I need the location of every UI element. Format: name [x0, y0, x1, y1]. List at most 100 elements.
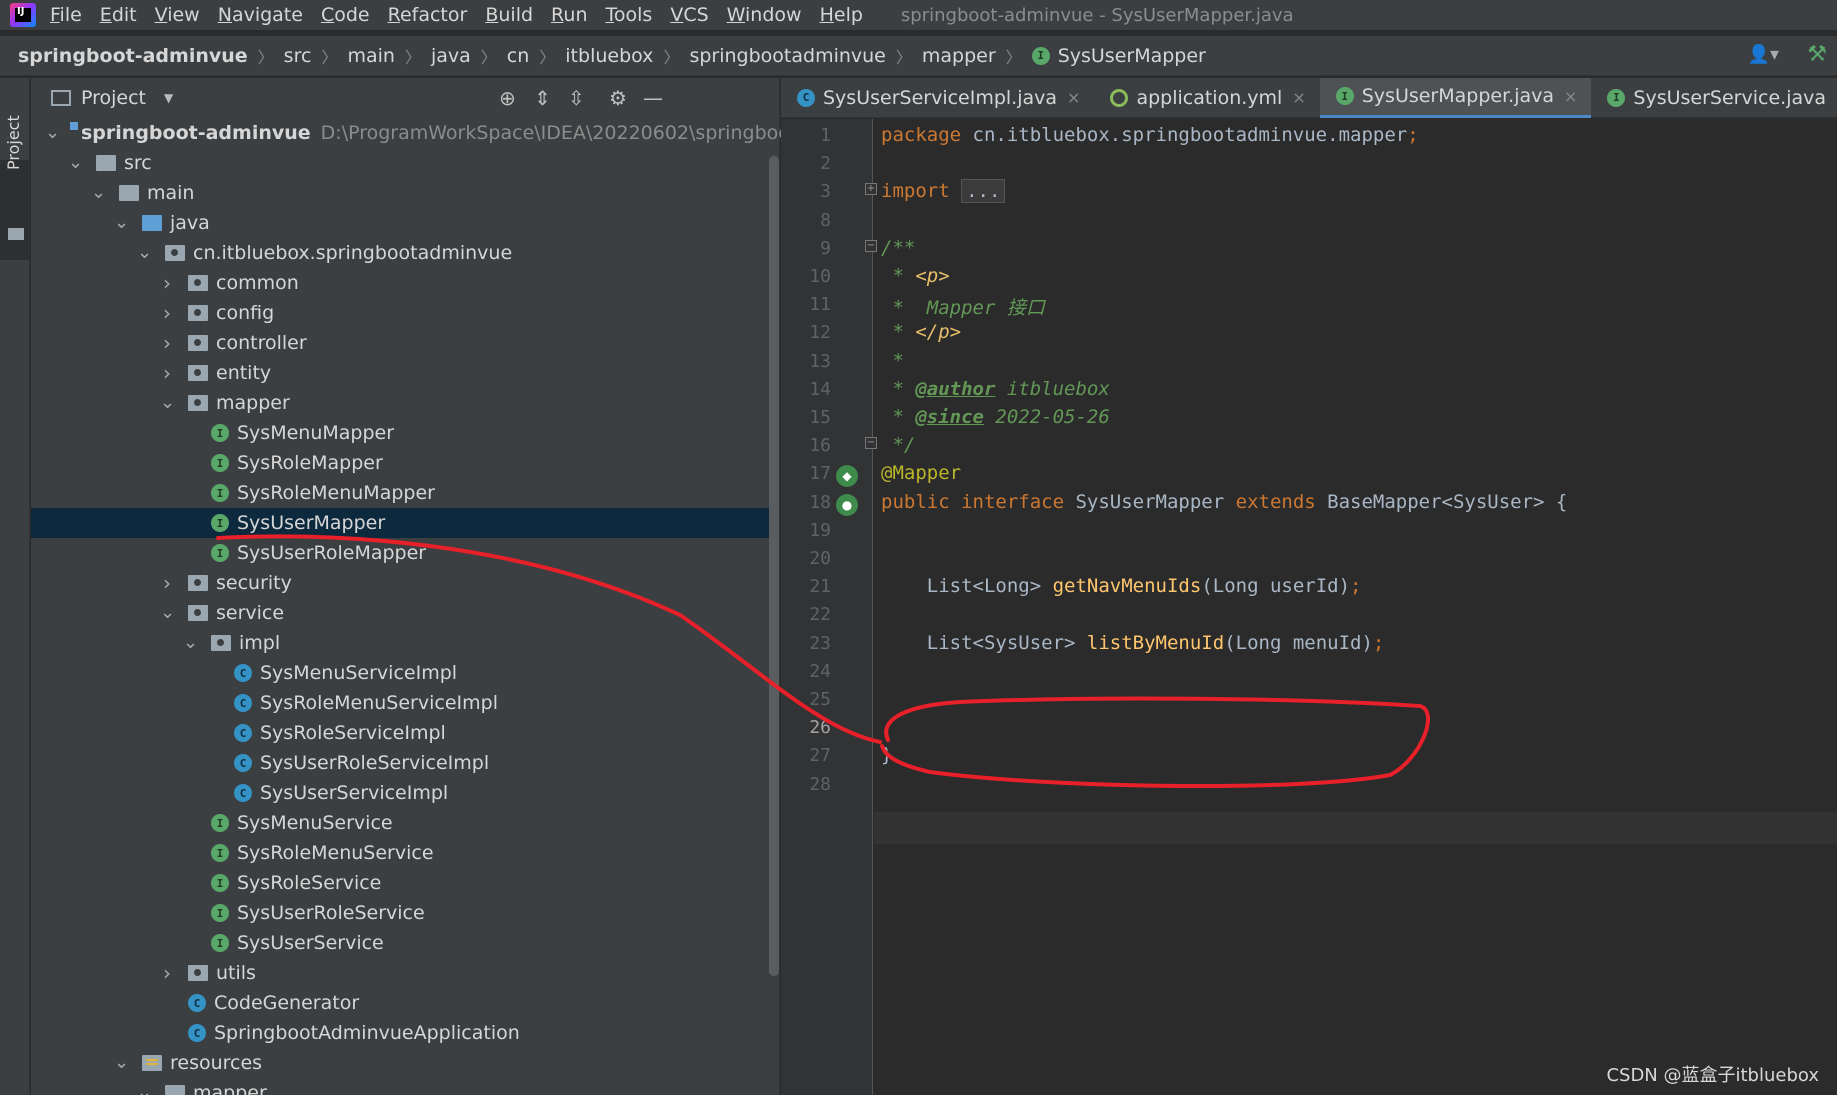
- breadcrumb-item[interactable]: springboot-adminvue: [18, 45, 248, 67]
- tree-item[interactable]: C SysUserServiceImpl: [31, 778, 771, 808]
- tree-item[interactable]: I SysUserMapper: [31, 508, 771, 538]
- breadcrumb-item[interactable]: main: [347, 45, 394, 67]
- tree-item[interactable]: I SysRoleMenuMapper: [31, 478, 771, 508]
- tree-item[interactable]: ⌄ springboot-adminvue D:\ProgramWorkSpace\…: [31, 118, 846, 148]
- chevron-down-icon[interactable]: ⌄: [45, 124, 60, 142]
- close-icon[interactable]: ×: [1067, 88, 1080, 107]
- menu-item-vcs[interactable]: VCS: [670, 4, 708, 26]
- tree-item[interactable]: ⌄ java: [31, 208, 771, 238]
- tab-sysuserserviceimpl-java[interactable]: C SysUserServiceImpl.java ×: [781, 78, 1094, 118]
- code-line[interactable]: @Mapper: [881, 462, 961, 484]
- tab-sysuserservice-java[interactable]: ISysUserService.java×: [1591, 78, 1837, 118]
- code-line[interactable]: package cn.itbluebox.springbootadminvue.…: [881, 124, 1419, 146]
- chevron-right-icon[interactable]: ›: [160, 961, 174, 985]
- tree-scrollbar[interactable]: [769, 156, 779, 976]
- tree-item[interactable]: ⌄ mapper: [31, 1078, 771, 1095]
- tree-item[interactable]: ⌄ main: [31, 178, 771, 208]
- tree-item[interactable]: C SysRoleServiceImpl: [31, 718, 771, 748]
- tree-item[interactable]: ⌄ service: [31, 598, 771, 628]
- tab-application-yml[interactable]: application.yml ×: [1094, 78, 1319, 118]
- menu-item-view[interactable]: View: [155, 4, 200, 26]
- dropdown-arrow-icon[interactable]: ▼: [164, 91, 173, 105]
- spring-bean-icon[interactable]: ◆: [836, 465, 858, 488]
- code-line[interactable]: List<SysUser> listByMenuId(Long menuId);: [881, 632, 1385, 654]
- tree-item[interactable]: ⌄ impl: [31, 628, 771, 658]
- tree-item[interactable]: I SysUserRoleService: [31, 898, 771, 928]
- menu-item-help[interactable]: Help: [820, 4, 863, 26]
- fold-collapse-icon[interactable]: −: [865, 437, 877, 450]
- breadcrumb-item[interactable]: src: [284, 45, 312, 67]
- user-icon[interactable]: 👤▾: [1748, 44, 1779, 65]
- tree-item[interactable]: I SysRoleMapper: [31, 448, 771, 478]
- collapse-all-icon[interactable]: ⇳: [568, 86, 585, 110]
- menu-item-edit[interactable]: Edit: [100, 4, 137, 26]
- code-line[interactable]: *: [881, 350, 903, 372]
- code-line[interactable]: /**: [881, 237, 915, 259]
- chevron-down-icon[interactable]: ⌄: [114, 214, 129, 232]
- locate-target-icon[interactable]: ⊕: [499, 86, 516, 110]
- tree-item[interactable]: › utils: [31, 958, 771, 988]
- menu-item-refactor[interactable]: Refactor: [388, 4, 468, 26]
- code-editor[interactable]: 1 2 3 8 9 10 11 12 13 14 15 16 17 18 19 20 21 22 23 24 25 26 2…: [781, 119, 1837, 1095]
- menu-item-tools[interactable]: Tools: [606, 4, 653, 26]
- close-icon[interactable]: ×: [1564, 87, 1577, 106]
- code-line[interactable]: }: [881, 744, 892, 766]
- tree-item[interactable]: › entity: [31, 358, 771, 388]
- tree-item[interactable]: I SysMenuMapper: [31, 418, 771, 448]
- menu-item-navigate[interactable]: Navigate: [218, 4, 303, 26]
- tree-item[interactable]: C CodeGenerator: [31, 988, 771, 1018]
- chevron-down-icon[interactable]: ⌄: [160, 394, 175, 412]
- chevron-down-icon[interactable]: ⌄: [137, 244, 152, 262]
- chevron-right-icon[interactable]: ›: [160, 331, 174, 355]
- breadcrumb-item[interactable]: itbluebox: [565, 45, 653, 67]
- tree-item[interactable]: I SysMenuService: [31, 808, 771, 838]
- tree-item[interactable]: C SysMenuServiceImpl: [31, 658, 771, 688]
- chevron-right-icon[interactable]: ›: [160, 271, 174, 295]
- tree-item[interactable]: I SysRoleMenuService: [31, 838, 771, 868]
- menu-item-code[interactable]: Code: [321, 4, 370, 26]
- tree-item[interactable]: › common: [31, 268, 771, 298]
- chevron-down-icon[interactable]: ⌄: [114, 1054, 129, 1072]
- fold-expand-icon[interactable]: +: [865, 183, 877, 196]
- chevron-down-icon[interactable]: ⌄: [160, 604, 175, 622]
- tree-item[interactable]: I SysUserRoleMapper: [31, 538, 771, 568]
- project-tool-button[interactable]: [0, 160, 30, 260]
- chevron-down-icon[interactable]: ⌄: [137, 1084, 152, 1095]
- tree-item[interactable]: ⌄ mapper: [31, 388, 771, 418]
- tree-item[interactable]: ⌄ src: [31, 148, 771, 178]
- breadcrumb-item[interactable]: mapper: [922, 45, 996, 67]
- tab-sysusermapper-java[interactable]: I SysUserMapper.java ×: [1319, 77, 1592, 118]
- code-line[interactable]: import ...: [881, 179, 1006, 204]
- tree-item[interactable]: I SysRoleService: [31, 868, 771, 898]
- code-line[interactable]: * <p>: [881, 265, 949, 287]
- code-line[interactable]: * @author itbluebox: [881, 378, 1109, 400]
- close-icon[interactable]: ×: [1292, 88, 1305, 107]
- gear-icon[interactable]: ⚙: [609, 86, 627, 110]
- code-line[interactable]: */: [881, 434, 915, 456]
- menu-item-run[interactable]: Run: [551, 4, 587, 26]
- code-line[interactable]: * </p>: [881, 321, 961, 343]
- hide-panel-icon[interactable]: —: [643, 86, 663, 110]
- chevron-right-icon[interactable]: ›: [160, 301, 174, 325]
- menu-item-window[interactable]: Window: [727, 4, 802, 26]
- chevron-down-icon[interactable]: ⌄: [68, 154, 83, 172]
- breadcrumb-item[interactable]: springbootadminvue: [689, 45, 885, 67]
- tree-item[interactable]: C SpringbootAdminvueApplication: [31, 1018, 771, 1048]
- breadcrumb-item[interactable]: I SysUserMapper: [1031, 45, 1206, 67]
- menu-item-file[interactable]: File: [50, 4, 82, 26]
- chevron-down-icon[interactable]: ⌄: [183, 634, 198, 652]
- breadcrumb-item[interactable]: java: [431, 45, 471, 67]
- tree-item[interactable]: C SysUserRoleServiceImpl: [31, 748, 771, 778]
- tree-item[interactable]: ⌄ resources: [31, 1048, 771, 1078]
- tree-item[interactable]: C SysRoleMenuServiceImpl: [31, 688, 771, 718]
- chevron-down-icon[interactable]: ⌄: [91, 184, 106, 202]
- code-line[interactable]: * Mapper 接口: [881, 293, 1044, 320]
- tree-item[interactable]: › controller: [31, 328, 771, 358]
- tree-item[interactable]: › security: [31, 568, 771, 598]
- menu-item-build[interactable]: Build: [485, 4, 533, 26]
- code-line[interactable]: List<Long> getNavMenuIds(Long userId);: [881, 575, 1362, 597]
- expand-all-icon[interactable]: ⇕: [534, 86, 551, 110]
- code-line[interactable]: * @since 2022-05-26: [881, 406, 1109, 428]
- breadcrumb-item[interactable]: cn: [507, 45, 530, 67]
- build-hammer-icon[interactable]: ⚒: [1807, 42, 1827, 67]
